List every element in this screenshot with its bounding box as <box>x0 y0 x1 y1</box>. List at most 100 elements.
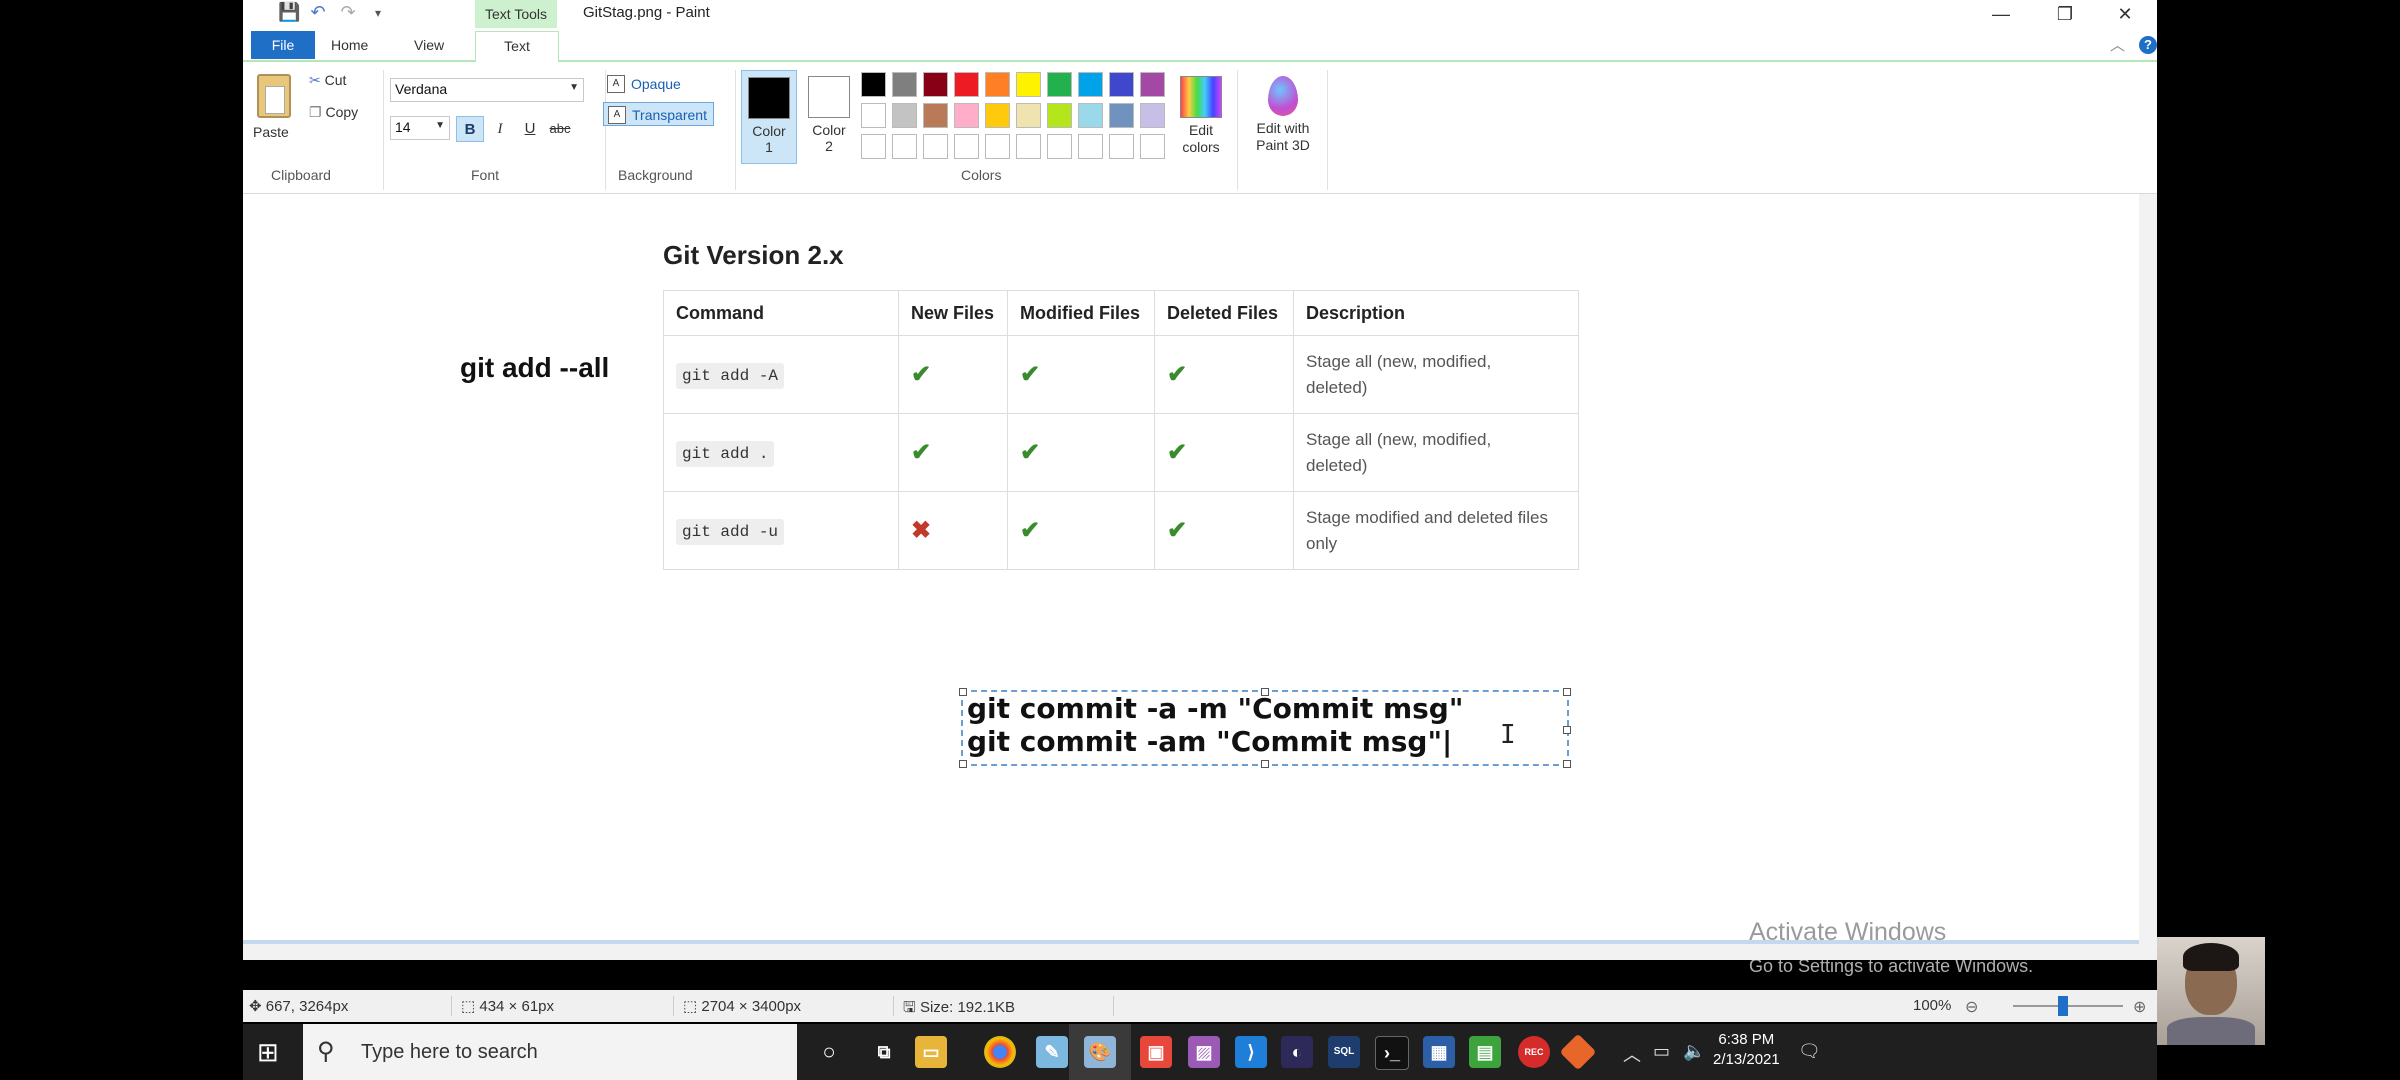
group-divider <box>1327 70 1328 190</box>
paste-button[interactable]: Paste <box>253 124 289 140</box>
copy-button[interactable]: ❐ Copy <box>309 104 358 121</box>
horizontal-scrollbar[interactable] <box>243 940 2139 960</box>
edit-with-paint3d-button[interactable]: Edit with Paint 3D <box>1243 70 1323 164</box>
strikethrough-button[interactable]: abc <box>546 116 574 142</box>
palette-swatch[interactable] <box>1047 72 1072 97</box>
photos-icon[interactable]: ▨ <box>1188 1036 1220 1068</box>
palette-swatch[interactable] <box>1140 103 1165 128</box>
canvas-area[interactable]: Git Version 2.x git add --all Command Ne… <box>243 194 2157 976</box>
resize-handle[interactable] <box>959 688 967 696</box>
palette-swatch[interactable] <box>892 103 917 128</box>
resize-handle[interactable] <box>1563 726 1571 734</box>
app-icon[interactable]: ▤ <box>1469 1036 1501 1068</box>
edit-colors-button[interactable]: Edit colors <box>1171 70 1231 164</box>
palette-swatch[interactable] <box>1109 103 1134 128</box>
tab-home[interactable]: Home <box>319 31 380 59</box>
palette-custom-slot[interactable] <box>861 134 886 159</box>
color2-button[interactable]: Color 2 <box>801 70 857 164</box>
palette-swatch[interactable] <box>1140 72 1165 97</box>
restore-button[interactable]: ❐ <box>2035 0 2095 28</box>
minimize-button[interactable]: — <box>1971 0 2031 28</box>
vscode-icon[interactable]: ⟩ <box>1235 1036 1267 1068</box>
volume-icon[interactable]: 🔈 <box>1683 1041 1705 1062</box>
palette-swatch[interactable] <box>892 72 917 97</box>
battery-icon[interactable]: ▭ <box>1653 1041 1670 1062</box>
zoom-out-icon[interactable]: ⊖ <box>1965 997 1978 1017</box>
app-icon[interactable]: ▦ <box>1423 1036 1455 1068</box>
italic-button[interactable]: I <box>486 116 514 142</box>
eclipse-icon[interactable]: ◐ <box>1281 1036 1313 1068</box>
group-divider <box>735 70 736 190</box>
palette-swatch[interactable] <box>954 72 979 97</box>
notifications-icon[interactable]: 🗨 <box>1798 1041 1821 1062</box>
palette-swatch[interactable] <box>985 72 1010 97</box>
resize-handle[interactable] <box>1261 688 1269 696</box>
palette-swatch[interactable] <box>1016 103 1041 128</box>
app-icon[interactable]: ✎ <box>1036 1036 1068 1068</box>
resize-handle[interactable] <box>1563 760 1571 768</box>
app-icon[interactable]: ▣ <box>1140 1036 1172 1068</box>
font-size-select[interactable]: 14 ▼ <box>390 116 450 140</box>
palette-swatch[interactable] <box>1016 72 1041 97</box>
tray-chevron-icon[interactable]: ︿ <box>1623 1041 1641 1067</box>
palette-custom-slot[interactable] <box>1047 134 1072 159</box>
paint-icon[interactable]: 🎨 <box>1084 1036 1116 1068</box>
resize-handle[interactable] <box>1261 760 1269 768</box>
palette-swatch[interactable] <box>954 103 979 128</box>
palette-swatch[interactable] <box>923 103 948 128</box>
chrome-icon[interactable] <box>984 1036 1016 1068</box>
transparent-button[interactable]: A Transparent <box>603 102 714 126</box>
underline-button[interactable]: U <box>516 116 544 142</box>
palette-custom-slot[interactable] <box>923 134 948 159</box>
palette-swatch[interactable] <box>861 72 886 97</box>
terminal-icon[interactable]: ›_ <box>1375 1036 1409 1070</box>
windows-start-icon[interactable]: ⊞ <box>257 1038 285 1066</box>
customize-qat-icon[interactable]: ▾ <box>368 6 388 20</box>
resize-handle[interactable] <box>959 760 967 768</box>
task-view-icon[interactable]: ⧉ <box>868 1036 900 1068</box>
close-button[interactable]: ✕ <box>2095 0 2155 28</box>
palette-custom-slot[interactable] <box>1078 134 1103 159</box>
undo-icon[interactable]: ↶ <box>308 2 328 23</box>
check-icon: ✔ <box>898 335 1008 414</box>
palette-swatch[interactable] <box>861 103 886 128</box>
vertical-scrollbar[interactable] <box>2139 194 2157 960</box>
resize-handle[interactable] <box>1563 688 1571 696</box>
opaque-button[interactable]: A Opaque <box>603 72 687 96</box>
palette-custom-slot[interactable] <box>954 134 979 159</box>
collapse-ribbon-icon[interactable]: ︿ <box>2110 34 2125 55</box>
taskbar-search-box[interactable]: ⚲ Type here to search <box>303 1024 797 1080</box>
palette-custom-slot[interactable] <box>1140 134 1165 159</box>
git-icon[interactable] <box>1559 1033 1597 1071</box>
palette-swatch[interactable] <box>985 103 1010 128</box>
file-explorer-icon[interactable]: ▭ <box>915 1036 947 1068</box>
palette-custom-slot[interactable] <box>1109 134 1134 159</box>
color1-button[interactable]: Color 1 <box>741 70 797 164</box>
zoom-slider-thumb[interactable] <box>2058 996 2068 1016</box>
palette-swatch[interactable] <box>1047 103 1072 128</box>
palette-custom-slot[interactable] <box>985 134 1010 159</box>
tab-view[interactable]: View <box>402 31 456 59</box>
redo-icon[interactable]: ↷ <box>338 2 358 23</box>
palette-swatch[interactable] <box>1078 103 1103 128</box>
font-family-select[interactable]: Verdana ▼ <box>390 78 584 102</box>
bold-button[interactable]: B <box>456 116 484 142</box>
record-icon[interactable]: REC <box>1518 1036 1550 1068</box>
text-input-box[interactable]: git commit -a -m "Commit msg" git commit… <box>959 688 1571 768</box>
palette-custom-slot[interactable] <box>1016 134 1041 159</box>
mysql-icon[interactable]: SQL <box>1328 1036 1360 1068</box>
tab-file[interactable]: File <box>251 31 315 59</box>
palette-swatch[interactable] <box>923 72 948 97</box>
help-icon[interactable]: ? <box>2139 35 2157 54</box>
palette-swatch[interactable] <box>1109 72 1134 97</box>
palette-swatch[interactable] <box>1078 72 1103 97</box>
taskbar-clock[interactable]: 6:38 PM 2/13/2021 <box>1713 1030 1780 1070</box>
cortana-icon[interactable]: ○ <box>813 1036 845 1068</box>
palette-custom-slot[interactable] <box>892 134 917 159</box>
zoom-in-icon[interactable]: ⊕ <box>2133 997 2146 1017</box>
zoom-slider-track[interactable] <box>2013 1005 2123 1007</box>
paste-icon[interactable] <box>257 74 291 118</box>
cut-button[interactable]: ✂ Cut <box>309 72 346 89</box>
tab-text[interactable]: Text <box>475 31 559 64</box>
save-icon[interactable]: 💾 <box>278 2 300 23</box>
